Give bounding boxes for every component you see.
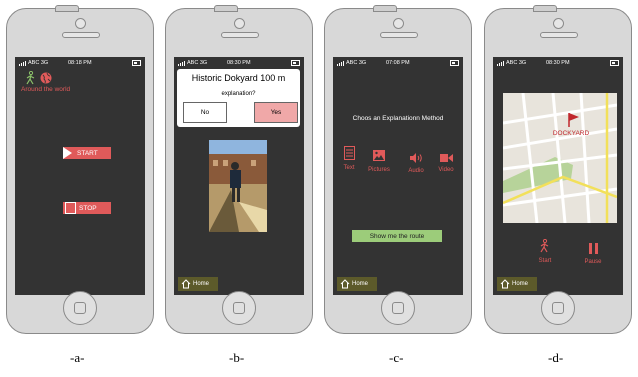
method-pictures[interactable]: Pictures — [367, 148, 391, 173]
no-button[interactable]: No — [183, 102, 227, 123]
method-label: Pictures — [368, 167, 390, 173]
start-label: Start — [538, 258, 552, 264]
front-camera — [553, 18, 564, 29]
method-text[interactable]: Text — [341, 146, 357, 171]
battery-icon — [132, 60, 141, 66]
image-icon — [373, 150, 385, 161]
caption-a: -a- — [70, 350, 85, 365]
dockyard-photo — [209, 140, 267, 232]
status-bar: ABC 3G 07:08 PM — [333, 57, 463, 69]
power-button — [373, 5, 397, 12]
phone-c: ABC 3G 07:08 PM Choos an Explanationn Me… — [324, 5, 472, 334]
play-icon — [63, 147, 72, 159]
start-label: START — [77, 149, 98, 157]
signal-icon — [19, 60, 27, 66]
power-button — [55, 5, 79, 12]
show-route-button[interactable]: Show me the route — [352, 230, 442, 242]
house-icon — [340, 279, 350, 289]
walker-icon — [26, 71, 35, 85]
signal-icon — [178, 60, 186, 66]
screen-d: ABC 3G 08:30 PM DOCKYARD Start Pause Hom… — [493, 57, 623, 295]
clock-label: 08:30 PM — [546, 60, 570, 66]
stop-icon — [65, 202, 76, 214]
caption-b: -b- — [229, 350, 245, 365]
hardware-home-button[interactable] — [222, 291, 256, 325]
screen-c: ABC 3G 07:08 PM Choos an Explanationn Me… — [333, 57, 463, 295]
method-heading: Choos an Explanationn Method — [352, 115, 444, 122]
method-label: Video — [438, 167, 454, 173]
carrier-label: ABC 3G — [506, 60, 527, 66]
speaker-grille — [380, 32, 418, 38]
battery-icon — [450, 60, 459, 66]
screen-b: ABC 3G 08:30 PM Historic Dokyard 100 m e… — [174, 57, 304, 295]
home-button[interactable]: Home — [337, 277, 377, 291]
speaker-grille — [221, 32, 259, 38]
start-walk-button[interactable]: Start — [535, 238, 555, 264]
front-camera — [75, 18, 86, 29]
home-button[interactable]: Home — [497, 277, 537, 291]
phone-d: ABC 3G 08:30 PM DOCKYARD Start Pause Hom… — [484, 5, 632, 334]
carrier-label: ABC 3G — [187, 60, 208, 66]
walker-icon — [540, 238, 549, 253]
caption-d: -d- — [548, 350, 564, 365]
house-icon — [500, 279, 510, 289]
method-audio[interactable]: Audio — [407, 150, 425, 174]
yes-button[interactable]: Yes — [254, 102, 298, 123]
pause-icon — [588, 243, 598, 254]
explanation-dialog: Historic Dokyard 100 m explanation? No Y… — [177, 69, 300, 127]
map-location-label: DOCKYARD — [553, 130, 590, 137]
hardware-home-button[interactable] — [63, 291, 97, 325]
battery-icon — [610, 60, 619, 66]
method-video[interactable]: Video — [436, 149, 456, 173]
signal-icon — [337, 60, 345, 66]
speaker-grille — [540, 32, 578, 38]
power-button — [214, 5, 238, 12]
clock-label: 08:18 PM — [68, 60, 92, 66]
dialog-question: explanation? — [221, 91, 256, 97]
status-bar: ABC 3G 08:30 PM — [493, 57, 623, 69]
speaker-icon — [409, 153, 422, 163]
screen-a: ABC 3G 08:18 PM Around the world START S… — [15, 57, 145, 295]
status-bar: ABC 3G 08:30 PM — [174, 57, 304, 69]
home-label: Home — [193, 281, 210, 287]
route-map[interactable]: DOCKYARD — [503, 93, 617, 223]
phone-b: ABC 3G 08:30 PM Historic Dokyard 100 m e… — [165, 5, 313, 334]
power-button — [533, 5, 557, 12]
clock-label: 08:30 PM — [227, 60, 251, 66]
method-label: Text — [343, 165, 355, 171]
home-label: Home — [352, 281, 369, 287]
hardware-home-button[interactable] — [381, 291, 415, 325]
signal-icon — [497, 60, 505, 66]
hardware-home-button[interactable] — [541, 291, 575, 325]
start-button[interactable]: START — [63, 147, 111, 159]
stop-label: STOP — [79, 204, 97, 212]
video-camera-icon — [439, 154, 453, 162]
caption-c: -c- — [389, 350, 404, 365]
front-camera — [393, 18, 404, 29]
around-the-world-label: Around the world — [21, 86, 71, 93]
status-bar: ABC 3G 08:18 PM — [15, 57, 145, 69]
phone-a: ABC 3G 08:18 PM Around the world START S… — [6, 5, 154, 334]
method-label: Audio — [408, 168, 424, 174]
front-camera — [234, 18, 245, 29]
stop-button[interactable]: STOP — [63, 202, 111, 214]
home-label: Home — [512, 281, 529, 287]
carrier-label: ABC 3G — [346, 60, 367, 66]
speaker-grille — [62, 32, 100, 38]
pause-button[interactable]: Pause — [581, 241, 605, 265]
carrier-label: ABC 3G — [28, 60, 49, 66]
battery-icon — [291, 60, 300, 66]
document-icon — [343, 146, 355, 160]
home-button[interactable]: Home — [178, 277, 218, 291]
clock-label: 07:08 PM — [386, 60, 410, 66]
globe-icon — [40, 72, 52, 84]
house-icon — [181, 279, 191, 289]
pause-label: Pause — [584, 259, 602, 265]
dialog-title: Historic Dokyard 100 m — [191, 73, 286, 83]
